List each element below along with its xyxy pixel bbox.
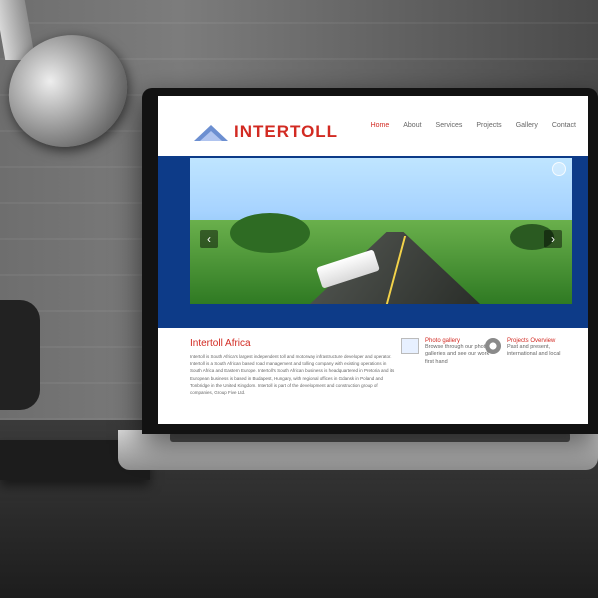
hero-slide-image: ‹ ›: [190, 158, 572, 304]
photo-gallery-feature[interactable]: Photo gallery Browse through our photo g…: [401, 338, 495, 366]
intro-text: Intertoll is South Africa's largest inde…: [190, 354, 395, 395]
slider-prev-button[interactable]: ‹: [200, 230, 218, 248]
logo-mark: [194, 123, 228, 141]
nav-about[interactable]: About: [403, 122, 421, 129]
nav-services[interactable]: Services: [436, 122, 463, 129]
logo-text: INTERTOLL: [234, 122, 339, 141]
hero-tree: [230, 213, 310, 253]
site-logo[interactable]: INTERTOLL: [194, 122, 338, 142]
chevron-left-icon: ‹: [207, 232, 211, 246]
content-section: Intertoll Africa Intertoll is South Afri…: [158, 328, 588, 424]
nav-projects[interactable]: Projects: [476, 122, 501, 129]
intro-title: Intertoll Africa: [190, 338, 251, 349]
lamp-base: [0, 300, 40, 410]
site-header: INTERTOLL Home About Services Projects G…: [158, 96, 588, 156]
intro-section: Intertoll Africa Intertoll is South Afri…: [190, 338, 395, 396]
nav-contact[interactable]: Contact: [552, 122, 576, 129]
nav-home[interactable]: Home: [371, 122, 390, 129]
projects-overview-desc: Past and present, international and loca…: [507, 344, 561, 358]
nav-gallery[interactable]: Gallery: [516, 122, 538, 129]
projects-overview-text: Projects Overview Past and present, inte…: [507, 338, 577, 359]
photo-gallery-icon: [401, 338, 419, 354]
slider-indicator-icon[interactable]: [552, 162, 566, 176]
chevron-right-icon: ›: [551, 232, 555, 246]
gear-icon: [485, 338, 501, 354]
website-screen: INTERTOLL Home About Services Projects G…: [158, 96, 588, 424]
projects-overview-feature[interactable]: Projects Overview Past and present, inte…: [485, 338, 577, 359]
top-nav: Home About Services Projects Gallery Con…: [371, 122, 576, 129]
slider-next-button[interactable]: ›: [544, 230, 562, 248]
